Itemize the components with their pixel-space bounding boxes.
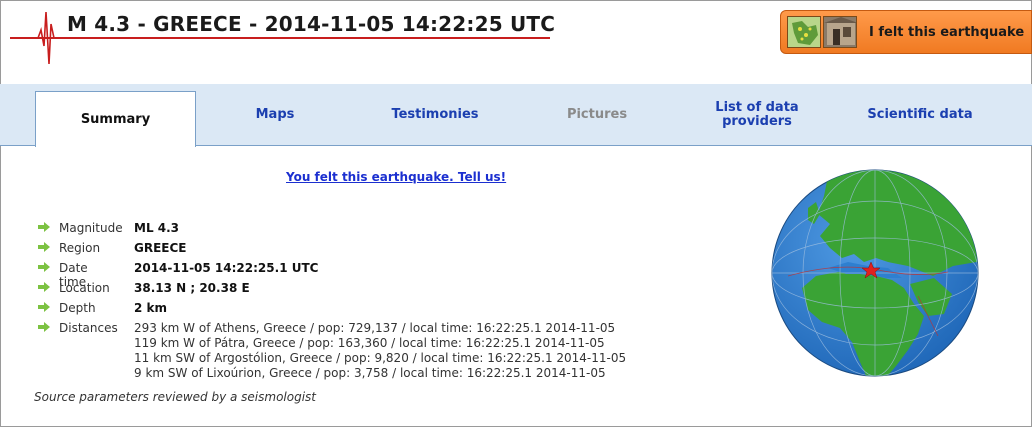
param-value: 38.13 N ; 20.38 E: [134, 281, 250, 295]
tab-summary[interactable]: Summary: [35, 91, 196, 147]
tell-us-link[interactable]: You felt this earthquake. Tell us!: [286, 170, 506, 184]
param-value: 2 km: [134, 301, 168, 315]
page-title: M 4.3 - GREECE - 2014-11-05 14:22:25 UTC: [67, 12, 556, 36]
tab-data-providers[interactable]: List of data providers: [690, 84, 824, 146]
arrow-right-icon: [38, 322, 50, 332]
distance-item: 119 km W of Pátra, Greece / pop: 163,360…: [134, 336, 605, 350]
param-value: 2014-11-05 14:22:25.1 UTC: [134, 261, 319, 275]
arrow-right-icon: [38, 262, 50, 272]
tab-testimonies[interactable]: Testimonies: [354, 84, 516, 146]
felt-earthquake-button[interactable]: I felt this earthquake: [780, 10, 1032, 54]
arrow-right-icon: [38, 282, 50, 292]
globe-icon[interactable]: [768, 166, 982, 380]
distance-item: 9 km SW of Lixoúrion, Greece / pop: 3,75…: [134, 366, 606, 380]
tab-scientific-data[interactable]: Scientific data: [840, 84, 1000, 146]
arrow-right-icon: [38, 222, 50, 232]
param-label: Distances: [59, 321, 118, 335]
reviewed-note: Source parameters reviewed by a seismolo…: [34, 390, 317, 404]
felt-photo-thumbnail: [823, 16, 857, 48]
tab-maps[interactable]: Maps: [196, 84, 354, 146]
distance-item: 293 km W of Athens, Greece / pop: 729,13…: [134, 321, 616, 335]
param-label: Magnitude: [59, 221, 123, 235]
arrow-right-icon: [38, 242, 50, 252]
header: M 4.3 - GREECE - 2014-11-05 14:22:25 UTC…: [0, 0, 1032, 84]
param-label: Location: [59, 281, 110, 295]
arrow-right-icon: [38, 302, 50, 312]
tab-bar: Summary Maps Testimonies Pictures List o…: [0, 84, 1032, 147]
title-underline: [10, 37, 550, 39]
distances-list: 293 km W of Athens, Greece / pop: 729,13…: [134, 321, 626, 381]
distance-item: 11 km SW of Argostólion, Greece / pop: 9…: [134, 351, 627, 365]
param-value: GREECE: [134, 241, 187, 255]
felt-map-thumbnail: [787, 16, 821, 48]
param-value: ML 4.3: [134, 221, 180, 235]
param-label: Region: [59, 241, 101, 255]
tab-pictures[interactable]: Pictures: [516, 84, 678, 146]
felt-button-label: I felt this earthquake: [869, 24, 1025, 40]
param-label: Depth: [59, 301, 96, 315]
